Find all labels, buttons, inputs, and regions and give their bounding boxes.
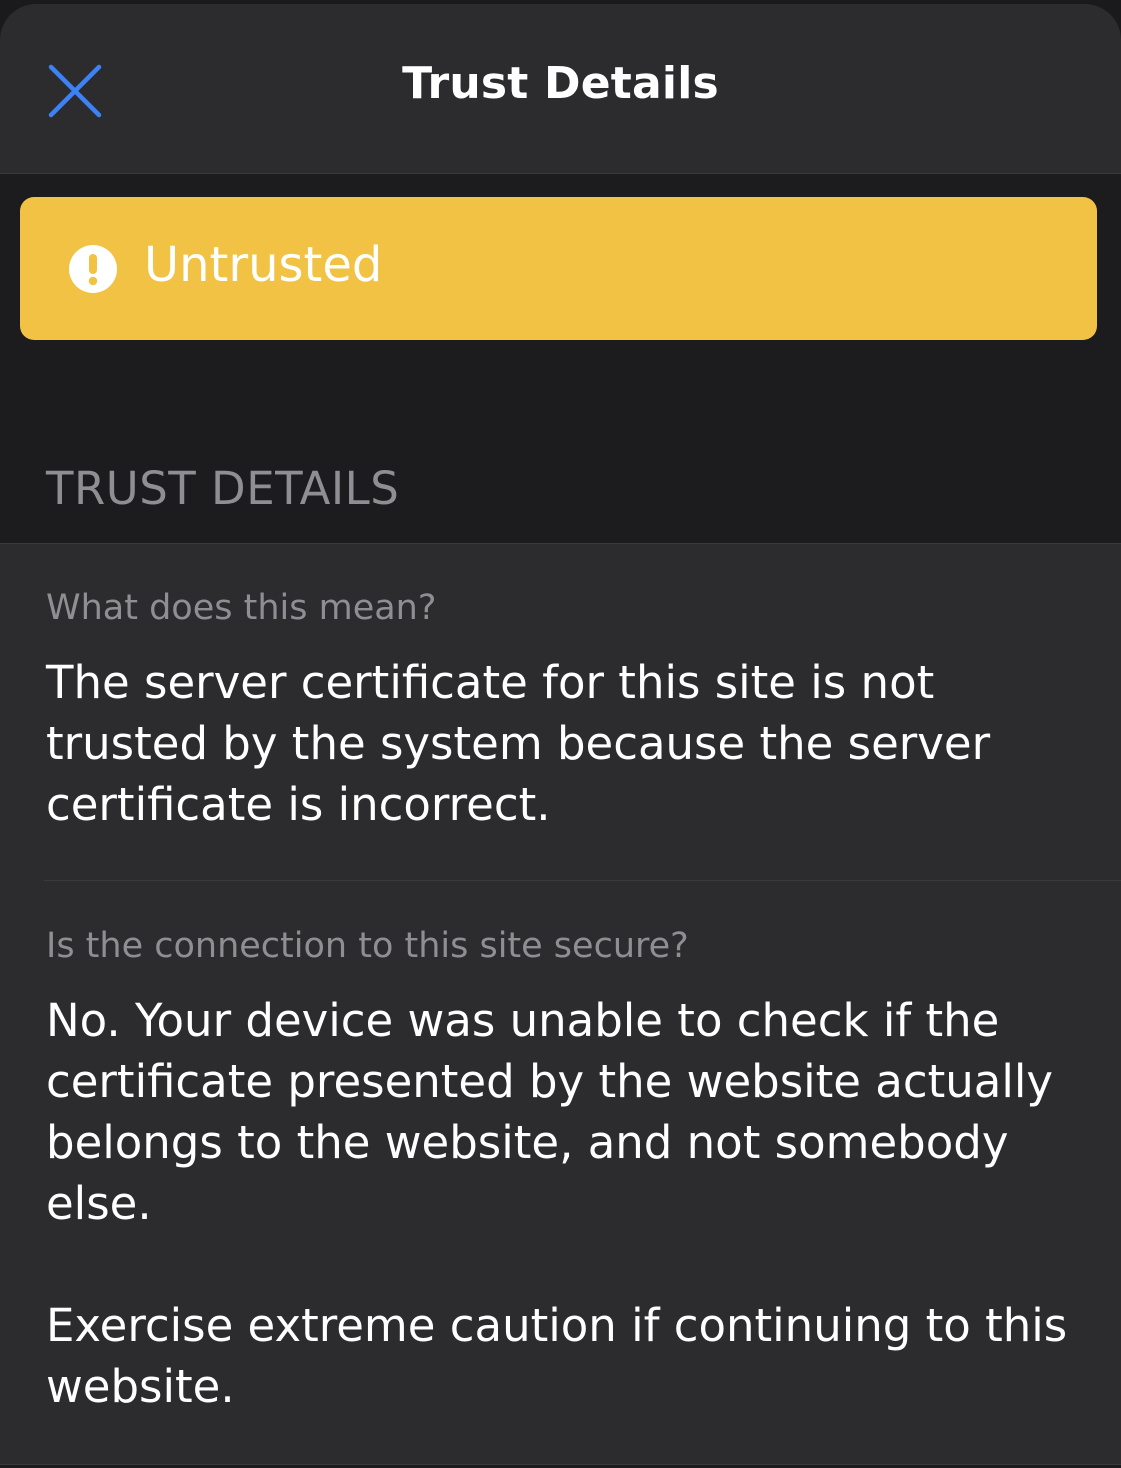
divider	[44, 880, 1121, 881]
page-title: Trust Details	[402, 58, 719, 109]
list-item: What does this mean? The server certific…	[46, 588, 1086, 835]
answer-meaning: The server certificate for this site is …	[46, 656, 991, 831]
navigation-bar: Trust Details	[0, 4, 1121, 174]
section-header: TRUST DETAILS	[46, 462, 400, 515]
untrusted-status-banner: Untrusted	[20, 197, 1097, 340]
trust-details-sheet: Trust Details Untrusted TRUST DETAILS Wh…	[0, 4, 1121, 1468]
answer-secure: No. Your device was unable to check if t…	[46, 994, 1053, 1230]
question-secure: Is the connection to this site secure?	[46, 926, 689, 966]
question-meaning: What does this mean?	[46, 588, 437, 628]
exclamation-circle-icon	[69, 245, 117, 293]
trust-details-list: What does this mean? The server certific…	[0, 543, 1121, 1465]
caution-note: Exercise extreme caution if continuing t…	[46, 1299, 1068, 1413]
status-label: Untrusted	[144, 237, 383, 293]
list-item: Is the connection to this site secure? N…	[46, 926, 1086, 1417]
